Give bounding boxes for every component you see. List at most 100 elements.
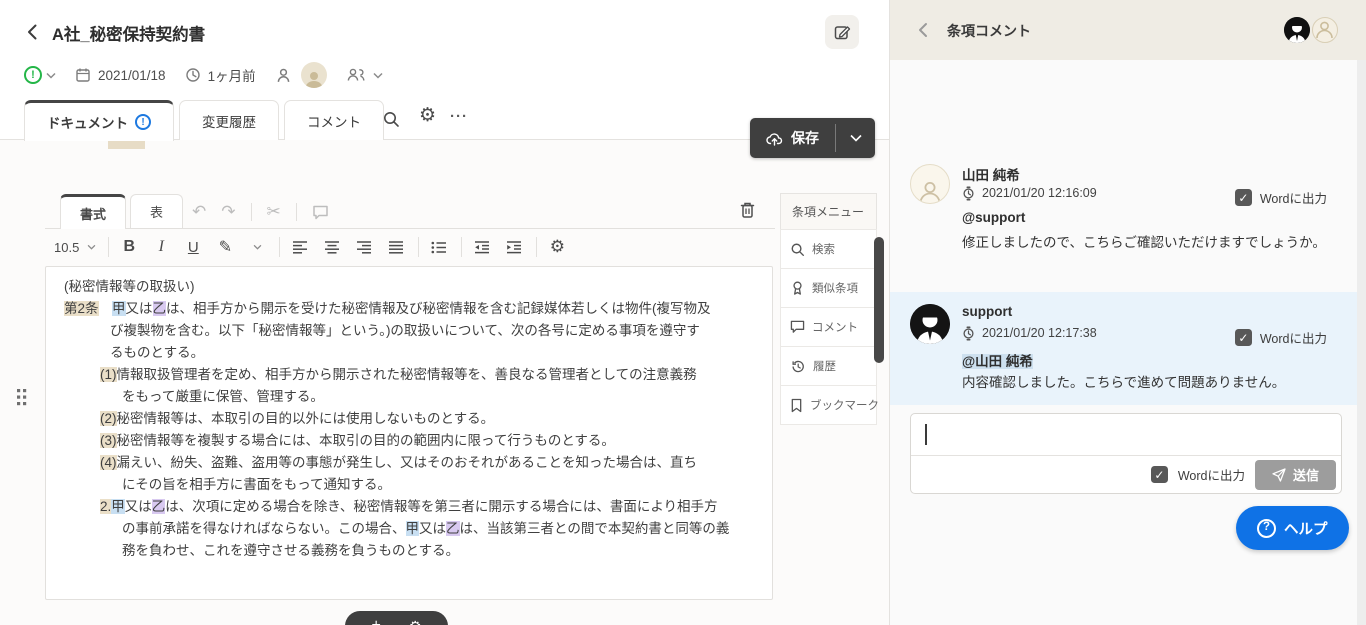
back-button[interactable] [22,21,44,43]
help-label: ヘルプ [1284,518,1328,539]
clause-menu-item-label: ブックマーク [810,397,879,413]
scrollbar-track[interactable] [1357,60,1366,625]
document-line[interactable]: (1)情報取扱管理者を定め、相手方から開示された秘密情報等を、善良なる管理者とし… [46,364,772,386]
panel-avatars [1284,17,1338,43]
decoration-strip [108,140,145,149]
document-line[interactable]: るものとする。 [46,342,772,364]
bookmark-icon [790,398,803,413]
members-dropdown[interactable] [346,67,383,83]
help-button[interactable]: ? ヘルプ [1236,506,1349,550]
align-justify-icon[interactable] [384,234,408,260]
document-line[interactable]: (3)秘密情報等を複製する場合には、本取引の目的の範囲内に限って行うものとする。 [46,430,772,452]
comment-card: support 2021/01/20 12:17:38 @山田 純希 内容確認し… [890,292,1357,405]
comment-body: 修正しましたので、こちらご確認いただけますでしょうか。 [962,232,1337,253]
send-button[interactable]: 送信 [1255,460,1336,490]
undo-icon[interactable]: ↶ [192,202,206,222]
document-line[interactable]: 務を負わせ、これを遵守させる義務を負うものとする。 [46,540,772,562]
avatar[interactable] [1284,17,1310,43]
document-line[interactable]: 第2条 甲又は乙は、相手方から開示を受けた秘密情報及び秘密情報を含む記録媒体若し… [46,298,772,320]
tab-format-label: 書式 [80,204,106,223]
underline-button[interactable]: U [181,234,205,260]
clause-menu-item-search[interactable]: 検索 [780,229,877,269]
italic-button[interactable]: I [149,234,173,260]
word-output-toggle: ✓ Wordに出力 [1235,328,1327,347]
gear-icon[interactable]: ⚙ [419,106,436,125]
word-output-checkbox[interactable]: ✓ [1235,329,1252,346]
document-line[interactable]: (2)秘密情報等は、本取引の目的以外には使用しないものとする。 [46,408,772,430]
comment-author: support [962,304,1337,322]
document-line[interactable]: (秘密情報等の取扱い) [46,276,772,298]
tab-table[interactable]: 表 [130,194,183,228]
mention-link[interactable]: @support [962,210,1025,225]
word-output-checkbox[interactable]: ✓ [1151,466,1168,483]
document-line[interactable]: び複製物を含む。以下「秘密情報等」という。)の取扱いについて、次の各号に定める事… [46,320,772,342]
drag-handle[interactable] [16,388,28,407]
page-tools-pill[interactable]: + ⚙ [345,611,448,625]
document-page[interactable]: (秘密情報等の取扱い)第2条 甲又は乙は、相手方から開示を受けた秘密情報及び秘密… [45,266,773,600]
status-dropdown[interactable]: ! [24,66,56,84]
tab-1[interactable]: 変更履歴 [179,100,279,140]
word-output-label: Wordに出力 [1260,188,1327,207]
comment-icon [790,320,805,334]
align-right-icon[interactable] [352,234,376,260]
save-main[interactable]: 保存 [750,118,835,158]
document-line[interactable]: (4)漏えい、紛失、盗難、盗用等の事態が発生し、又はそのおそれがあることを知った… [46,452,772,474]
tab-2[interactable]: コメント [284,100,384,140]
gear-icon[interactable]: ⚙ [545,234,569,260]
document-lines: (秘密情報等の取扱い)第2条 甲又は乙は、相手方から開示を受けた秘密情報及び秘密… [46,276,772,562]
highlight-pen-icon[interactable]: ✎ [213,234,237,260]
document-line[interactable]: の事前承諾を得なければならない。この場合、甲又は乙は、当該第三者との間で本契約書… [46,518,772,540]
clause-menu-item-bookmark[interactable]: ブックマーク [780,385,877,425]
scrollbar-thumb[interactable] [874,237,884,363]
bullet-list-icon[interactable] [427,234,451,260]
clause-menu-item-award[interactable]: 類似条項 [780,268,877,308]
word-output-checkbox[interactable]: ✓ [1235,189,1252,206]
gear-icon[interactable]: ⚙ [409,619,422,625]
clause-menu-item-history[interactable]: 履歴 [780,346,877,386]
panel-title: 条項コメント [947,21,1031,41]
outdent-icon[interactable] [470,234,494,260]
comment-input-actions: ✓ Wordに出力 送信 [911,455,1341,493]
pen-color-dropdown[interactable] [245,234,269,260]
back-icon[interactable] [916,22,930,38]
avatar[interactable] [1312,17,1338,43]
document-line[interactable]: をもって厳重に保管、管理する。 [46,386,772,408]
save-dropdown-button[interactable] [836,118,875,158]
editor-tabs: 書式 表 [60,194,187,228]
more-options-icon[interactable]: ··· [450,108,468,125]
font-size-value: 10.5 [54,240,79,255]
clock-icon [185,67,201,83]
main-area: A社_秘密保持契約書 ! 2021/01/18 1ヶ月前 [0,0,889,625]
clause-menu: 条項メニュー 検索類似条項コメント履歴ブックマーク [780,193,877,425]
cut-icon[interactable]: ✂ [267,202,281,222]
comment-mention: @support [962,210,1337,229]
font-size-select[interactable]: 10.5 [52,234,98,260]
mention-link[interactable]: @山田 純希 [962,354,1033,369]
comment-input-box: ✓ Wordに出力 送信 [910,413,1342,494]
align-center-icon[interactable] [320,234,344,260]
clause-menu-item-comment[interactable]: コメント [780,307,877,347]
redo-icon[interactable]: ↷ [221,202,235,222]
editor-tabs-divider [45,228,775,229]
tab-0[interactable]: ドキュメント! [24,100,174,141]
search-icon[interactable] [382,110,400,128]
edit-title-button[interactable] [825,15,859,49]
bold-button[interactable]: B [117,234,141,260]
comment-bubble-icon[interactable] [312,204,329,220]
save-button[interactable]: 保存 [750,118,875,158]
format-toolbar: 10.5 B I U ✎ [52,233,577,261]
avatar[interactable] [301,62,327,88]
comment-input[interactable] [911,414,1341,455]
watch-icon [962,326,975,341]
document-tabs: ドキュメント!変更履歴コメント [24,99,389,140]
award-icon [790,280,805,296]
document-line[interactable]: にその旨を相手方に書面をもって通知する。 [46,474,772,496]
plus-icon[interactable]: + [372,618,381,625]
assignee-icon-wrap[interactable] [275,67,292,84]
trash-icon[interactable] [738,200,757,220]
document-line[interactable]: 2.甲又は乙は、次項に定める場合を除き、秘密情報等を第三者に開示する場合には、書… [46,496,772,518]
align-left-icon[interactable] [288,234,312,260]
word-output-label: Wordに出力 [1178,465,1245,484]
indent-icon[interactable] [502,234,526,260]
tab-format[interactable]: 書式 [60,194,126,229]
